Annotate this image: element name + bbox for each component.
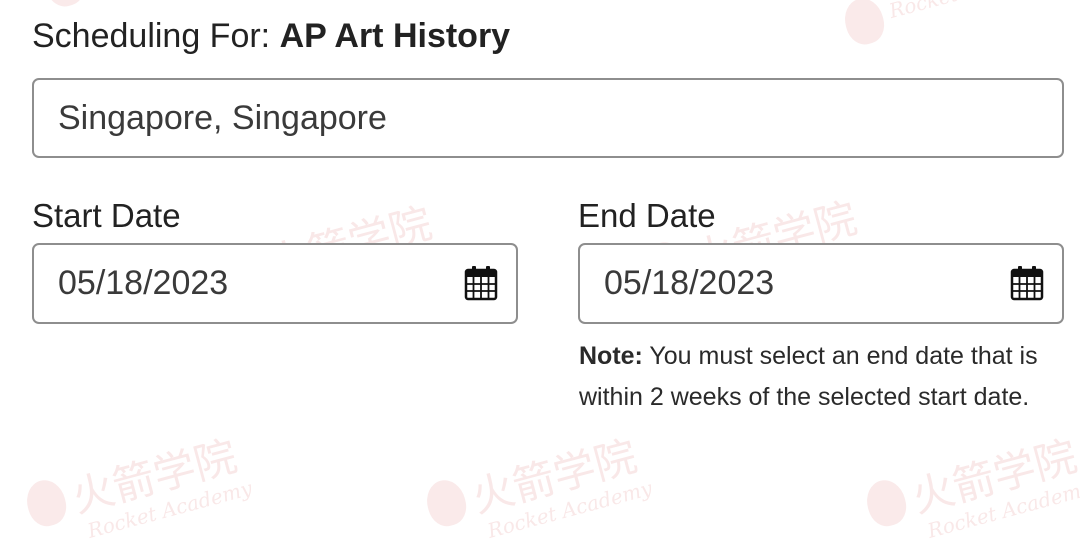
- note-label: Note:: [579, 342, 643, 370]
- watermark-text-en: Rocket Academy: [887, 0, 1057, 23]
- watermark: 火箭学院 Rocket Academy: [860, 421, 1080, 556]
- rocket-logo-icon: [21, 475, 71, 530]
- watermark: Rocket Academy: [840, 0, 1060, 49]
- watermark: Rocket Academy: [40, 0, 260, 11]
- watermark: 火箭学院 Rocket Academy: [20, 421, 255, 556]
- location-field[interactable]: Singapore, Singapore: [32, 78, 1064, 158]
- watermark: 火箭学院 Rocket Academy: [420, 421, 655, 556]
- end-date-note: Note: You must select an end date that i…: [579, 336, 1069, 418]
- end-date-value: 05/18/2023: [604, 264, 775, 302]
- calendar-icon[interactable]: [464, 265, 498, 301]
- watermark-text-cn: 火箭学院: [466, 431, 642, 523]
- watermark-text-en: Rocket Academy: [924, 475, 1080, 543]
- note-text: You must select an end date that is with…: [579, 342, 1038, 411]
- start-date-value: 05/18/2023: [58, 264, 229, 302]
- watermark-text-cn: 火箭学院: [906, 431, 1080, 523]
- end-date-field[interactable]: 05/18/2023: [578, 243, 1064, 324]
- course-name: AP Art History: [279, 17, 511, 55]
- watermark-text-en: Rocket Academy: [484, 475, 655, 543]
- end-date-label: End Date: [578, 197, 716, 234]
- calendar-icon[interactable]: [1010, 265, 1044, 301]
- watermark-text-en: Rocket Academy: [84, 475, 255, 543]
- scheduling-heading: Scheduling For: AP Art History: [32, 14, 510, 58]
- watermark-text-cn: 火箭学院: [66, 431, 242, 523]
- scheduling-prefix: Scheduling For:: [32, 17, 271, 55]
- start-date-field[interactable]: 05/18/2023: [32, 243, 518, 324]
- location-value: Singapore, Singapore: [58, 99, 387, 137]
- rocket-logo-icon: [421, 475, 471, 530]
- start-date-label: Start Date: [32, 197, 181, 234]
- rocket-logo-icon: [840, 0, 889, 49]
- rocket-logo-icon: [40, 0, 89, 11]
- rocket-logo-icon: [861, 475, 911, 530]
